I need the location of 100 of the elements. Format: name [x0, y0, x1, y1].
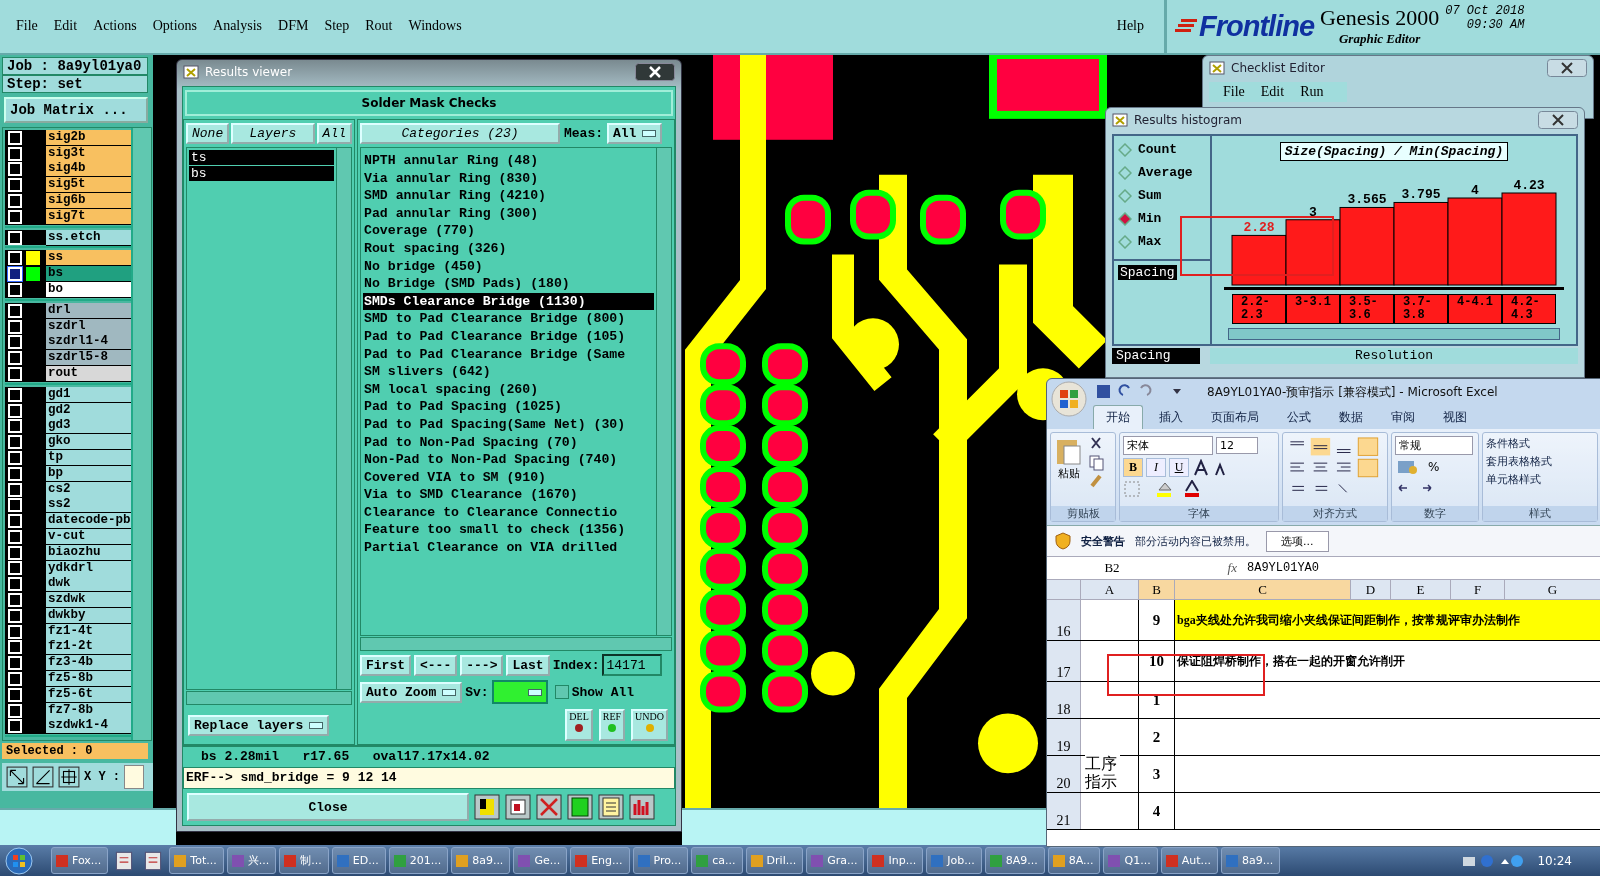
record-icon[interactable]: [505, 794, 531, 820]
navigation-button[interactable]: --->: [460, 654, 504, 676]
layer-name[interactable]: bs: [46, 266, 131, 283]
taskbar-button[interactable]: 8A...: [1047, 847, 1101, 875]
layer-checkbox[interactable]: [8, 387, 22, 402]
layer-name[interactable]: szdrl5-8: [46, 350, 131, 367]
category-item[interactable]: SM local spacing (260): [363, 380, 654, 399]
layer-checkbox[interactable]: [8, 703, 22, 718]
layer-checkbox[interactable]: [8, 482, 22, 497]
meas-dropdown[interactable]: All: [607, 123, 663, 144]
layer-checkbox[interactable]: [8, 719, 22, 734]
category-item[interactable]: Clearance to Clearance Connectio: [363, 503, 654, 522]
category-item[interactable]: Partial Clearance on VIA drilled: [363, 539, 654, 557]
menu-item[interactable]: Actions: [85, 18, 145, 35]
layer-checkbox[interactable]: [8, 514, 22, 529]
styles-menu-item[interactable]: 单元格样式: [1486, 472, 1541, 487]
layer-name[interactable]: gko: [46, 434, 131, 451]
layer-checkbox[interactable]: [8, 335, 22, 350]
taskbar-button[interactable]: Eng...: [570, 847, 630, 875]
radio-diamond-icon[interactable]: [1118, 234, 1132, 249]
layer-name[interactable]: fz3-4b: [46, 655, 131, 672]
layer-name[interactable]: gd3: [46, 418, 131, 435]
navigation-button[interactable]: <---: [414, 654, 458, 676]
layer-name[interactable]: datecode-pb: [46, 513, 131, 530]
layer-checkbox[interactable]: [8, 450, 22, 465]
ribbon-tab[interactable]: 公式: [1275, 406, 1323, 429]
layer-checkbox[interactable]: [8, 608, 22, 623]
layer-name[interactable]: fz1-2t: [46, 639, 131, 656]
format-button[interactable]: U: [1169, 458, 1189, 477]
category-item[interactable]: Pad annular Ring (300): [363, 204, 654, 223]
layer-checkbox[interactable]: [8, 209, 22, 224]
column-header[interactable]: G: [1505, 580, 1600, 600]
layer-item[interactable]: ts: [189, 150, 334, 165]
radio-diamond-icon[interactable]: [1118, 165, 1132, 180]
tool-button[interactable]: UNDO: [631, 709, 668, 741]
format-button[interactable]: I: [1146, 458, 1166, 477]
layer-checkbox[interactable]: [8, 282, 22, 297]
layer-name[interactable]: szdwk1-4: [46, 718, 131, 735]
layer-filter-button[interactable]: None: [186, 123, 230, 144]
percent-button[interactable]: %: [1428, 460, 1440, 474]
category-item[interactable]: NPTH annular Ring (48): [363, 152, 654, 170]
number-format-field[interactable]: 常规: [1395, 436, 1473, 455]
column-header[interactable]: A: [1081, 580, 1139, 600]
taskbar-button[interactable]: Dril...: [745, 847, 804, 875]
ribbon-tab[interactable]: 视图: [1431, 406, 1479, 429]
office-button[interactable]: [1051, 381, 1087, 417]
tray-icons[interactable]: [1463, 852, 1524, 869]
clipboard-tools-icon[interactable]: [1088, 436, 1104, 490]
layer-name[interactable]: drl: [46, 302, 131, 319]
layer-checkbox[interactable]: [8, 419, 22, 434]
row-header[interactable]: 21: [1047, 793, 1081, 829]
close-button[interactable]: [635, 63, 675, 81]
layer-checkbox[interactable]: [8, 656, 22, 671]
layer-checkbox[interactable]: [8, 251, 22, 266]
taskbar-button[interactable]: 201...: [388, 847, 449, 875]
index-field[interactable]: 14171: [602, 654, 663, 676]
report-icon[interactable]: [598, 794, 624, 820]
ribbon-tab[interactable]: 插入: [1147, 406, 1195, 429]
mode-radio[interactable]: Count: [1118, 142, 1206, 157]
layer-name[interactable]: sig5t: [46, 177, 131, 194]
layer-checkbox[interactable]: [8, 640, 22, 655]
category-item[interactable]: Pad to Pad Clearance Bridge (Same: [363, 345, 654, 364]
layer-checkbox[interactable]: [8, 435, 22, 450]
ribbon-tab[interactable]: 开始: [1093, 405, 1143, 429]
layer-checkbox[interactable]: [8, 545, 22, 560]
mode-radio[interactable]: Sum: [1118, 188, 1206, 203]
row-header[interactable]: 17: [1047, 641, 1081, 681]
layer-checkbox[interactable]: [8, 178, 22, 193]
taskbar-button[interactable]: 兴...: [226, 847, 277, 875]
taskbar-button[interactable]: Aut...: [1160, 847, 1218, 875]
scrollbar[interactable]: [336, 148, 351, 689]
layer-checkbox[interactable]: [8, 351, 22, 366]
taskbar-button[interactable]: Gra...: [806, 847, 865, 875]
layer-checkbox[interactable]: [8, 466, 22, 481]
mode-radio[interactable]: Max: [1118, 234, 1206, 249]
layer-checkbox[interactable]: [8, 130, 22, 145]
layer-checkbox[interactable]: [8, 593, 22, 608]
job-matrix-button[interactable]: Job Matrix ...: [4, 96, 148, 123]
start-button[interactable]: [4, 845, 34, 876]
category-item[interactable]: Pad to Non-Pad Spacing (70): [363, 433, 654, 452]
formula-field[interactable]: 8A9YL01YA0: [1247, 561, 1319, 575]
taskbar-button[interactable]: ca...: [691, 847, 743, 875]
category-item[interactable]: Rout spacing (326): [363, 239, 654, 258]
format-button[interactable]: B: [1123, 458, 1143, 477]
ref-cross-icon[interactable]: [536, 794, 562, 820]
column-header[interactable]: B: [1139, 580, 1175, 600]
radio-diamond-icon[interactable]: [1118, 142, 1132, 157]
styles-menu-item[interactable]: 条件格式: [1486, 436, 1530, 451]
function-button[interactable]: fx: [1177, 560, 1247, 576]
layer-checkbox[interactable]: [8, 230, 22, 245]
menu-item[interactable]: File: [8, 18, 46, 35]
category-item[interactable]: SMDs Clearance Bridge (1130): [363, 292, 654, 311]
layer-checkbox[interactable]: [8, 146, 22, 161]
category-item[interactable]: Coverage (770): [363, 222, 654, 240]
close-button[interactable]: [1538, 111, 1578, 129]
layer-checkbox[interactable]: [8, 498, 22, 513]
angle-tool-icon[interactable]: [32, 765, 54, 788]
layer-checkbox[interactable]: [8, 687, 22, 702]
layer-checkbox[interactable]: [8, 193, 22, 208]
layer-checkbox[interactable]: [8, 303, 22, 318]
